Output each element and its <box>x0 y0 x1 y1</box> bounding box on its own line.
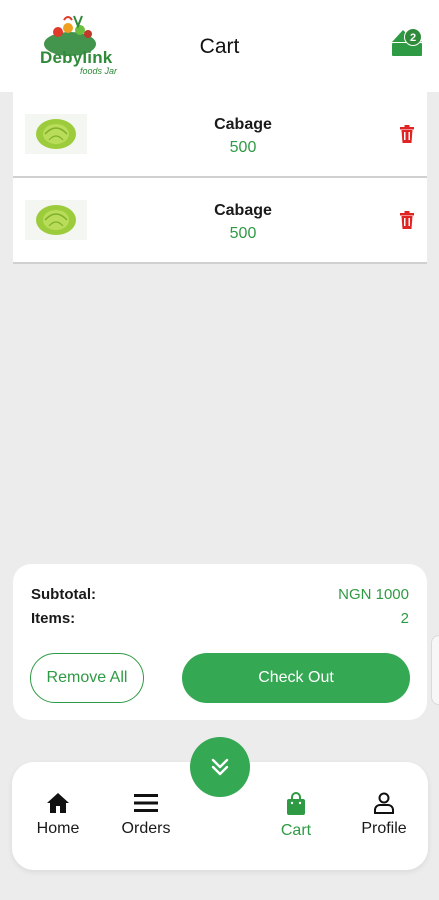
nav-item-orders[interactable]: Orders <box>106 792 186 838</box>
item-price: 500 <box>229 225 257 242</box>
nav-label: Cart <box>280 822 312 839</box>
remove-all-button[interactable]: Remove All <box>30 653 144 703</box>
app-header: Debylink foods Jar Cart 2 <box>0 0 439 92</box>
cart-item-list: Cabage 500 Cabage 500 <box>13 92 427 264</box>
person-icon <box>374 792 394 814</box>
cart-item: Cabage 500 <box>13 178 427 264</box>
subtotal-value: NGN 1000 <box>338 586 409 603</box>
cart-count-badge: 2 <box>404 28 422 46</box>
items-value: 2 <box>400 610 409 627</box>
nav-label: Orders <box>121 820 171 837</box>
home-icon <box>47 793 69 813</box>
item-price: 500 <box>229 139 257 156</box>
page-title: Cart <box>199 35 240 58</box>
item-name: Cabage <box>214 202 272 219</box>
nav-label: Profile <box>361 820 407 837</box>
nav-label: Home <box>36 820 80 837</box>
order-summary-card: Subtotal: NGN 1000 Items: 2 Remove All C… <box>13 564 427 720</box>
subtotal-label: Subtotal: <box>31 586 96 603</box>
side-panel-handle[interactable] <box>431 635 439 705</box>
nav-item-profile[interactable]: Profile <box>344 792 424 838</box>
delete-icon[interactable] <box>399 211 415 229</box>
collapse-fab-button[interactable] <box>190 737 250 797</box>
delete-icon[interactable] <box>399 125 415 143</box>
shopping-bag-icon <box>287 792 305 815</box>
nav-item-home[interactable]: Home <box>18 792 98 838</box>
logo-subtext: foods Jar <box>80 66 118 76</box>
items-label: Items: <box>31 610 76 627</box>
checkout-button[interactable]: Check Out <box>182 653 410 703</box>
double-chevron-down-icon <box>211 758 229 776</box>
nav-item-cart[interactable]: Cart <box>256 792 336 840</box>
menu-icon <box>134 794 158 812</box>
item-name: Cabage <box>214 116 272 133</box>
cart-item: Cabage 500 <box>13 92 427 178</box>
